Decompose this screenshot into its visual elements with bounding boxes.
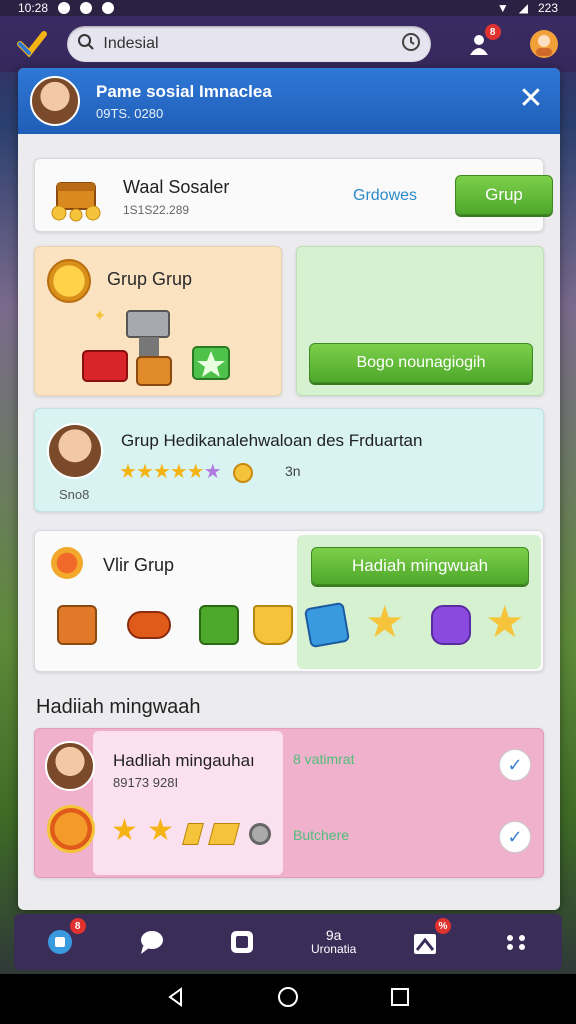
coin-icon	[47, 805, 95, 853]
visit-group-label: Vlir Grup	[103, 555, 175, 575]
star-icon: ★	[119, 461, 137, 483]
coin-icon	[233, 462, 254, 483]
gem-icon	[303, 601, 351, 649]
status-app-icon	[102, 2, 115, 14]
star-icon: ★	[135, 461, 154, 483]
reward-name: Hadliah mingauhaı	[113, 751, 255, 770]
group-card-label: Grup Grup	[107, 269, 193, 289]
reward-id: 89173 928I	[113, 775, 179, 790]
panel-subtitle: 09TS. 0280	[96, 106, 164, 121]
coin-icon	[47, 259, 91, 303]
status-right: ▼ ◢ 223	[497, 1, 558, 15]
check-logo-icon[interactable]	[14, 26, 49, 62]
user-icon[interactable]	[527, 26, 562, 62]
reward-status-1: 8 vatimrat	[293, 751, 355, 767]
nav-badge: %	[434, 918, 451, 934]
nav-item-label: Uronatia	[310, 942, 357, 956]
chest-icon	[47, 169, 105, 223]
weekly-reward-card: Hadliah mingauhaı 89173 928I ★ ★ 8 vatim…	[34, 728, 544, 878]
status-left: 10:28	[18, 1, 115, 15]
close-icon[interactable]: ✕	[516, 84, 546, 114]
search-icon	[77, 33, 95, 56]
avatar	[45, 741, 95, 791]
group-card[interactable]: Grup Grup ✦	[34, 246, 282, 396]
social-panel: Pame sosial Imnaclea 09TS. 0280 ✕ Waal S…	[18, 68, 560, 910]
group-button[interactable]: Grup	[455, 175, 553, 215]
star-icon: ★	[186, 461, 205, 483]
clock-icon	[249, 823, 271, 845]
recent-icon[interactable]	[389, 986, 411, 1013]
weekly-reward-area: Hadiah mingwuah ★ ★	[297, 535, 541, 669]
star-icon: ★	[169, 461, 188, 483]
bottom-nav: 8 9a Uronatia %	[14, 914, 562, 970]
panel-title: Pame sosial Imnaclea	[96, 82, 272, 101]
system-nav-bar	[0, 974, 576, 1024]
profile-card: Waal Sosaler 1S1S22.289 Grdowes Grup	[34, 158, 553, 232]
event-tag: Sno8	[59, 487, 90, 502]
status-app-icon	[58, 2, 71, 14]
reward-status-2: Butchere	[293, 827, 350, 843]
weekly-reward-button[interactable]: Hadiah mingwuah	[311, 547, 529, 585]
panel-header: Pame sosial Imnaclea 09TS. 0280 ✕	[18, 68, 560, 134]
groups-link[interactable]: Grdowes	[353, 187, 417, 205]
avatar	[30, 76, 80, 126]
cup-icon	[253, 605, 293, 645]
gems-icon	[431, 605, 471, 645]
scroll-icon	[127, 611, 171, 639]
top-bar: Indesial 8	[0, 16, 576, 72]
event-value: 3n	[285, 463, 301, 479]
status-battery: 223	[537, 1, 558, 15]
back-icon[interactable]	[165, 986, 187, 1013]
check-icon[interactable]: ✓	[499, 749, 531, 781]
visit-group-card: Vlir Grup Hadiah mingwuah ★ ★	[34, 530, 544, 672]
clock-icon[interactable]	[401, 32, 421, 57]
profile-id: 1S1S22.289	[123, 203, 190, 217]
home-icon[interactable]: 8	[38, 918, 86, 964]
star-icon: ★	[365, 598, 405, 647]
star-icon: ★	[203, 461, 222, 483]
reward-card: Bogo nounagiogih	[296, 246, 544, 396]
sun-icon	[51, 547, 83, 579]
gifts-illustration: ✦	[82, 308, 230, 386]
box-icon	[199, 605, 239, 645]
search-bar[interactable]: Indesial	[67, 26, 432, 62]
home-circle-icon[interactable]	[276, 985, 300, 1014]
gift-icon	[57, 605, 97, 645]
claim-button[interactable]: Bogo nounagiogih	[309, 343, 533, 383]
event-title: Grup Hedikanalehwaloan des Frduartan	[121, 431, 423, 450]
status-time: 10:28	[18, 1, 49, 15]
nav-item-number: 9a	[325, 927, 342, 943]
search-input[interactable]: Indesial	[103, 35, 393, 53]
event-card[interactable]: Grup Hedikanalehwaloan des Frduartan ★★★…	[34, 408, 544, 512]
avatar	[47, 423, 103, 479]
gift-icon[interactable]: %	[403, 918, 451, 964]
section-title: Hadiiah mingwaah	[36, 696, 201, 718]
status-app-icon	[80, 2, 93, 14]
nav-badge: 8	[69, 918, 86, 934]
star-icon: ★	[152, 461, 171, 483]
status-bar: 10:28 ▼ ◢ 223	[0, 0, 576, 16]
profile-name: Waal Sosaler	[123, 177, 230, 197]
nav-item-stats[interactable]: 9a Uronatia	[310, 920, 357, 964]
camera-icon[interactable]	[220, 920, 264, 964]
svg-text:✦: ✦	[93, 308, 106, 325]
star-icon: ★	[147, 814, 174, 847]
chat-icon[interactable]	[129, 920, 173, 964]
star-icon: ★	[485, 598, 525, 647]
menu-dots-icon[interactable]	[494, 920, 538, 964]
check-icon[interactable]: ✓	[499, 821, 531, 853]
notification-badge: 8	[484, 24, 501, 40]
notification-button[interactable]: 8	[461, 24, 501, 62]
star-icon: ★	[111, 814, 138, 847]
star-rating: ★★★★★★	[119, 459, 254, 484]
signal-icon: ◢	[518, 1, 528, 15]
wifi-icon: ▼	[496, 1, 509, 15]
